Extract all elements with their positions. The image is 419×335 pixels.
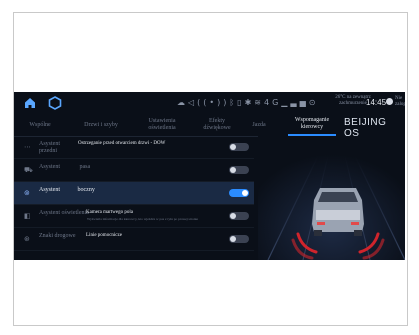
row-label: Asystent pasa [39, 164, 91, 170]
toggle-knob [230, 167, 236, 173]
clock: 14:45 [366, 98, 387, 107]
toggle-switch[interactable] [229, 166, 249, 174]
toggle-knob [230, 213, 236, 219]
tab-drzwi-i-szyby[interactable]: Drzwi i szyby [76, 114, 126, 136]
row-description: Kamera martwego pola [86, 210, 133, 215]
battery-icon: ▯ [237, 98, 245, 107]
side-assist-icon: ⊚ [24, 189, 30, 197]
front-assist-icon: ⋯ [24, 143, 31, 151]
toggle-knob [242, 190, 248, 196]
infotainment-screen: ☁◁((•))ᛒ▯✱≋4G▁▃▅⊙ 26°C na zewnątrz zachm… [14, 92, 405, 260]
car-icon [312, 188, 364, 236]
setting-row: ⋯ Asystent przedni Ostrzeganie przed otw… [14, 136, 254, 159]
toggle-switch[interactable] [229, 235, 249, 243]
home-icon[interactable] [24, 97, 36, 109]
apps-hexagon-icon[interactable] [48, 96, 62, 110]
signal-icon: ✱ [244, 98, 255, 107]
user-label[interactable]: Nie zalogowano [395, 96, 405, 108]
tab-wspomaganie-kierowcy[interactable]: Wspomaganie kierowcy [288, 114, 336, 136]
network-4g-icon: 4G [263, 98, 282, 107]
row-subtext: Wyświetla informacje dla kierowcy, kto w… [87, 217, 199, 221]
status-icons: ☁◁((•))ᛒ▯✱≋4G▁▃▅⊙ [177, 98, 318, 107]
tab-oswietlenie[interactable]: Ustawienia oświetlenia [139, 114, 185, 136]
row-label: Asystent przedni [39, 141, 60, 154]
tab-jazda[interactable]: Jazda [247, 114, 271, 136]
tab-efekty-dzwiekowe[interactable]: Efekty dźwiękowe [197, 114, 237, 136]
cloud-icon: ☁ [177, 98, 188, 107]
bars-icon: ▁▃▅ [281, 98, 309, 107]
row-description: Linie pomocnicze [86, 233, 122, 238]
row-label: Asystent oświetlenia [39, 210, 89, 216]
avatar[interactable] [386, 98, 393, 105]
toggle-knob [230, 144, 236, 150]
setting-row: ◧ Asystent oświetlenia Kamera martwego p… [14, 205, 254, 228]
setting-row: ⊛ Znaki drogowe Linie pomocnicze [14, 228, 254, 251]
toggle-switch[interactable] [229, 212, 249, 220]
toggle-switch[interactable] [229, 189, 249, 197]
row-label: Asystent boczny [39, 187, 95, 193]
toggle-knob [230, 236, 236, 242]
setting-row-selected: ⊚ Asystent boczny [14, 182, 254, 205]
wifi-icon: ≋ [254, 98, 264, 107]
lane-assist-icon: ⛟ [24, 166, 33, 174]
bluetooth-icon: ᛒ [229, 98, 238, 107]
row-description: Ostrzeganie przed otwarciem drzwi - DOW [78, 141, 166, 146]
tab-wspolne[interactable]: Wspólne [18, 114, 62, 136]
row-label: Znaki drogowe [39, 233, 76, 239]
setting-row: ⛟ Asystent pasa [14, 159, 254, 182]
volume-icon: ◁ [188, 98, 198, 107]
car-visualization [258, 136, 405, 260]
traffic-sign-icon: ⊛ [24, 235, 30, 243]
toggle-switch[interactable] [229, 143, 249, 151]
light-assist-icon: ◧ [24, 212, 31, 220]
status-bar: ☁◁((•))ᛒ▯✱≋4G▁▃▅⊙ 26°C na zewnątrz zachm… [14, 92, 405, 114]
broadcast-icon: ((•)) [197, 98, 230, 107]
location-icon: ⊙ [308, 98, 319, 107]
